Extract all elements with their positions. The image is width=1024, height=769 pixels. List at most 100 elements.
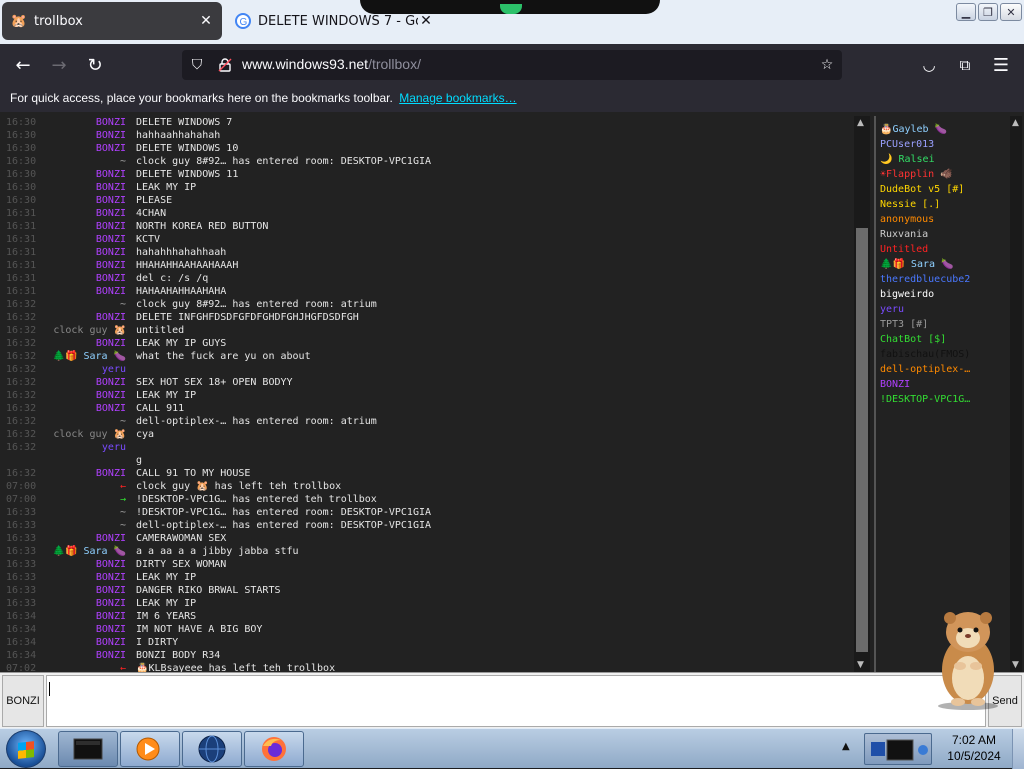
message-nick[interactable]: BONZI bbox=[96, 623, 126, 636]
address-bar[interactable]: ⛉ www.windows93.net/trollbox/ ☆ bbox=[182, 50, 842, 80]
scroll-down-icon[interactable]: ▼ bbox=[1012, 660, 1019, 670]
user-list-item[interactable]: 🌙 Ralsei bbox=[880, 152, 1010, 167]
chat-scroll-thumb[interactable] bbox=[856, 228, 868, 652]
close-tab-icon[interactable]: ✕ bbox=[198, 13, 214, 29]
user-list-item[interactable]: Nessie [.] bbox=[880, 197, 1010, 212]
message-nick[interactable]: BONZI bbox=[96, 220, 126, 233]
tab-trollbox[interactable]: 🐹 trollbox ✕ bbox=[2, 2, 222, 40]
message-nick[interactable]: BONZI bbox=[96, 194, 126, 207]
message-nick[interactable]: ~ bbox=[120, 506, 126, 519]
user-list-item[interactable]: PCUser013 bbox=[880, 137, 1010, 152]
message-nick[interactable]: BONZI bbox=[96, 571, 126, 584]
taskbar-app-globe[interactable] bbox=[182, 731, 242, 767]
message-nick[interactable]: BONZI bbox=[96, 233, 126, 246]
message-nick[interactable]: ~ bbox=[120, 519, 126, 532]
message-nick[interactable]: BONZI bbox=[96, 584, 126, 597]
user-list-item[interactable]: 🎂Gayleb 🍆 bbox=[880, 122, 1010, 137]
message-nick[interactable]: 🌲🎁 Sara 🍆 bbox=[53, 545, 126, 558]
message-nick[interactable]: BONZI bbox=[96, 636, 126, 649]
message-nick[interactable]: BONZI bbox=[96, 649, 126, 662]
message-nick[interactable]: BONZI bbox=[96, 402, 126, 415]
taskbar-app-media-player[interactable] bbox=[120, 731, 180, 767]
user-list-item[interactable]: 🌲🎁 Sara 🍆 bbox=[880, 257, 1010, 272]
bookmark-star-icon[interactable]: ☆ bbox=[816, 54, 838, 76]
menu-hamburger-icon[interactable]: ☰ bbox=[988, 52, 1014, 78]
message-nick[interactable]: BONZI bbox=[96, 259, 126, 272]
user-list-item[interactable]: fabischau(FMOS) bbox=[880, 347, 1010, 362]
message-time: 16:31 bbox=[6, 273, 37, 284]
message-nick[interactable]: yeru bbox=[102, 441, 126, 454]
taskbar-app-terminal[interactable] bbox=[58, 731, 118, 767]
extensions-icon[interactable]: ⧉ bbox=[952, 52, 978, 78]
user-list-item[interactable]: ☀Flapplin 🐗 bbox=[880, 167, 1010, 182]
chat-log[interactable]: 16:30 BONZI DELETE WINDOWS 7 16:30 BONZI hahh… bbox=[2, 116, 854, 674]
message-nick[interactable]: BONZI bbox=[96, 467, 126, 480]
chat-scrollbar[interactable]: ▲ ▼ bbox=[854, 116, 870, 672]
system-clock[interactable]: 7:02 AM 10/5/2024 bbox=[938, 732, 1010, 764]
pocket-icon[interactable]: ◡ bbox=[916, 52, 942, 78]
close-tab-icon[interactable]: ✕ bbox=[418, 13, 434, 29]
back-arrow-icon[interactable]: ← bbox=[10, 52, 36, 78]
message-nick[interactable]: BONZI bbox=[96, 389, 126, 402]
message-nick[interactable]: clock guy 🐹 bbox=[53, 324, 126, 337]
url-text[interactable]: www.windows93.net/trollbox/ bbox=[242, 56, 421, 72]
user-list-item[interactable]: DudeBot v5 [#] bbox=[880, 182, 1010, 197]
message-nick[interactable]: ← bbox=[120, 480, 126, 493]
message-nick[interactable]: ~ bbox=[120, 415, 126, 428]
message-nick[interactable]: BONZI bbox=[96, 168, 126, 181]
message-nick[interactable]: ~ bbox=[120, 298, 126, 311]
minimize-window-button[interactable]: ▁ bbox=[956, 3, 976, 21]
message-nick[interactable]: 🌲🎁 Sara 🍆 bbox=[53, 350, 126, 363]
user-list-scrollbar[interactable]: ▲ ▼ bbox=[1010, 116, 1022, 672]
message-nick[interactable]: BONZI bbox=[96, 597, 126, 610]
user-list-item[interactable]: dell-optiplex-… bbox=[880, 362, 1010, 377]
message-nick[interactable]: BONZI bbox=[96, 285, 126, 298]
user-list-item[interactable]: yeru bbox=[880, 302, 1010, 317]
message-nick[interactable]: → bbox=[120, 493, 126, 506]
message-nick[interactable]: ~ bbox=[120, 155, 126, 168]
user-list-item[interactable]: ChatBot [$] bbox=[880, 332, 1010, 347]
scroll-up-icon[interactable]: ▲ bbox=[1012, 118, 1019, 128]
message-nick[interactable]: BONZI bbox=[96, 311, 126, 324]
forward-arrow-icon[interactable]: → bbox=[46, 52, 72, 78]
close-window-button[interactable]: ✕ bbox=[1000, 3, 1022, 21]
user-list-item[interactable]: BONZI bbox=[880, 377, 1010, 392]
taskbar-app-firefox[interactable] bbox=[244, 731, 304, 767]
message-nick[interactable]: BONZI bbox=[96, 376, 126, 389]
tab-google-search[interactable]: G DELETE WINDOWS 7 - Google ✕ bbox=[226, 2, 442, 40]
message-nick[interactable]: BONZI bbox=[96, 246, 126, 259]
hamster-mascot-icon[interactable] bbox=[930, 606, 1006, 710]
user-list-item[interactable]: Ruxvania bbox=[880, 227, 1010, 242]
message-nick[interactable]: BONZI bbox=[96, 532, 126, 545]
user-list-item[interactable]: theredbluecube2 bbox=[880, 272, 1010, 287]
message-nick[interactable]: BONZI bbox=[96, 142, 126, 155]
show-desktop-button[interactable] bbox=[1012, 729, 1024, 769]
message-nick[interactable]: BONZI bbox=[96, 558, 126, 571]
message-nick[interactable]: BONZI bbox=[96, 129, 126, 142]
user-list-item[interactable]: TPT3 [#] bbox=[880, 317, 1010, 332]
scroll-up-icon[interactable]: ▲ bbox=[857, 118, 864, 128]
message-nick[interactable]: yeru bbox=[102, 363, 126, 376]
reload-icon[interactable]: ↻ bbox=[82, 52, 108, 78]
manage-bookmarks-link[interactable]: Manage bookmarks… bbox=[399, 91, 516, 105]
scroll-down-icon[interactable]: ▼ bbox=[857, 660, 864, 670]
user-list-item[interactable]: bigweirdo bbox=[880, 287, 1010, 302]
message-nick[interactable]: BONZI bbox=[96, 181, 126, 194]
start-button[interactable] bbox=[6, 730, 46, 768]
message-nick[interactable]: BONZI bbox=[96, 337, 126, 350]
message-nick[interactable]: BONZI bbox=[96, 610, 126, 623]
user-list-item[interactable]: anonymous bbox=[880, 212, 1010, 227]
message-nick[interactable]: BONZI bbox=[96, 272, 126, 285]
lock-icon[interactable] bbox=[214, 54, 236, 76]
message-input[interactable] bbox=[46, 675, 986, 727]
nickname-button[interactable]: BONZI bbox=[2, 675, 44, 727]
user-list-item[interactable]: Untitled bbox=[880, 242, 1010, 257]
message-nick[interactable]: clock guy 🐹 bbox=[53, 428, 126, 441]
user-list-item[interactable]: !DESKTOP-VPC1G… bbox=[880, 392, 1010, 407]
shield-icon[interactable]: ⛉ bbox=[186, 54, 208, 76]
message-nick[interactable]: BONZI bbox=[96, 207, 126, 220]
show-hidden-icons-icon[interactable]: ▲ bbox=[842, 741, 850, 752]
maximize-window-button[interactable]: ❐ bbox=[978, 3, 998, 21]
tray-app-window-icon[interactable] bbox=[864, 733, 932, 765]
message-nick[interactable]: BONZI bbox=[96, 116, 126, 129]
